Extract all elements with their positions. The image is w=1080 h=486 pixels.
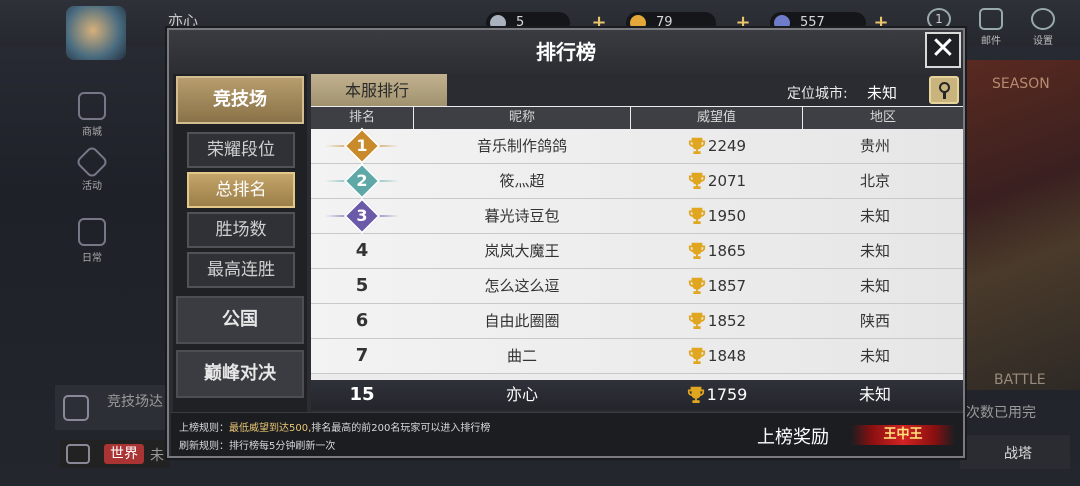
trophy-icon: [687, 386, 704, 403]
nickname-cell: 音乐制作鸽鸽: [476, 137, 567, 155]
rank-cell: 6: [355, 310, 369, 331]
column-rank: 排名: [311, 107, 413, 129]
city-value: 未知: [867, 84, 898, 102]
region-cell: 未知: [859, 347, 890, 365]
close-button[interactable]: ✕: [925, 32, 961, 68]
tab-server-ranking[interactable]: 本服排行: [311, 74, 447, 106]
prestige-cell: 1852: [631, 304, 803, 338]
tab-arena[interactable]: 竞技场: [176, 76, 304, 124]
nickname-cell: 筱灬超: [499, 172, 545, 190]
nickname-cell: 暮光诗豆包: [484, 207, 560, 225]
region-cell: 北京: [859, 172, 890, 190]
table-row[interactable]: 7 曲二 1848 未知: [311, 339, 963, 374]
subtab-wins[interactable]: 胜场数: [187, 212, 295, 248]
reward-badge[interactable]: 王中王: [851, 425, 955, 445]
rank-cell: 1: [311, 127, 413, 165]
world-channel-tag[interactable]: 世界: [104, 444, 144, 464]
nav-events[interactable]: 活动: [66, 145, 118, 192]
rank-medal-icon: 1: [325, 127, 399, 165]
settings-button[interactable]: 设置: [1026, 8, 1060, 47]
quest-tracker[interactable]: 竞技场达: [55, 385, 170, 430]
trophy-icon: [688, 172, 706, 189]
rank-cell: 3: [311, 197, 413, 235]
ranking-panel: 本服排行 定位城市: 未知 排名 昵称 威望值 地区 1 音乐制作鸽鸽 2249 贵州…: [311, 74, 963, 410]
self-name: 亦心: [505, 385, 538, 404]
trophy-icon: [688, 137, 706, 154]
table-row[interactable]: 4 岚岚大魔王 1865 未知: [311, 234, 963, 269]
trophy-icon: [688, 277, 706, 294]
trophy-icon: [688, 347, 706, 364]
shop-icon: [78, 92, 106, 120]
modal-title: 排行榜: [169, 30, 963, 74]
prestige-cell: 1950: [631, 199, 803, 233]
tab-peak-duel[interactable]: 巅峰对决: [176, 350, 304, 398]
nickname-cell: 曲二: [506, 347, 537, 365]
prestige-cell: 1865: [631, 234, 803, 268]
self-rank: 15: [349, 384, 375, 405]
column-nickname: 昵称: [414, 107, 630, 129]
side-menu: 竞技场 荣耀段位 总排名 胜场数 最高连胜 公国 巅峰对决: [173, 74, 307, 414]
chat-icon: [66, 444, 90, 464]
calendar-icon: [78, 218, 106, 246]
shield-icon: [63, 395, 89, 421]
self-region: 未知: [858, 385, 891, 404]
events-icon: [75, 145, 109, 179]
column-prestige: 威望值: [631, 107, 802, 129]
prestige-cell: 2249: [631, 129, 803, 163]
region-cell: 贵州: [859, 137, 890, 155]
mail-button[interactable]: 邮件: [974, 8, 1008, 47]
refresh-rule: 刷新规则：排行榜每5分钟刷新一次: [179, 441, 336, 452]
city-label: 定位城市:: [787, 86, 848, 102]
nav-daily[interactable]: 日常: [66, 218, 118, 264]
rank-cell: 7: [355, 345, 369, 366]
nav-shop[interactable]: 商城: [66, 92, 118, 138]
tower-button[interactable]: 战塔: [960, 435, 1070, 469]
trophy-icon: [688, 242, 706, 259]
table-row[interactable]: 2 筱灬超 2071 北京: [311, 162, 963, 200]
table-row[interactable]: 6 自由此圈圈 1852 陕西: [311, 304, 963, 339]
table-row[interactable]: 3 暮光诗豆包 1950 未知: [311, 197, 963, 235]
table-row[interactable]: 5 怎么这么逗 1857 未知: [311, 269, 963, 304]
gear-icon: [1031, 8, 1055, 30]
rules-footer: 上榜规则：最低威望到达500,排名最高的前200名玩家可以进入排行榜 刷新规则：…: [171, 412, 963, 456]
reward-label: 上榜奖励: [757, 427, 829, 448]
rank-cell: 2: [311, 162, 413, 200]
rank-cell: 4: [355, 240, 369, 261]
prestige-cell: 1848: [631, 339, 803, 373]
self-score: 1759: [631, 380, 803, 410]
column-region: 地区: [803, 107, 963, 129]
mail-icon: [979, 8, 1003, 30]
trophy-icon: [688, 312, 706, 329]
subtab-overall-rank[interactable]: 总排名: [187, 172, 295, 208]
nickname-cell: 自由此圈圈: [484, 312, 560, 330]
table-row[interactable]: 1 音乐制作鸽鸽 2249 贵州: [311, 127, 963, 165]
locate-button[interactable]: [929, 76, 959, 104]
leaderboard-modal: 排行榜 ✕ 竞技场 荣耀段位 总排名 胜场数 最高连胜 公国 巅峰对决 本服排行…: [167, 28, 965, 458]
player-avatar[interactable]: [66, 6, 126, 60]
subtab-glory-rank[interactable]: 荣耀段位: [187, 132, 295, 168]
prestige-cell: 1857: [631, 269, 803, 303]
tab-guild[interactable]: 公国: [176, 296, 304, 344]
subtab-best-streak[interactable]: 最高连胜: [187, 252, 295, 288]
panel-header: 本服排行 定位城市: 未知: [311, 74, 963, 106]
rank-cell: 5: [355, 275, 369, 296]
self-rank-row[interactable]: 15 亦心 1759 未知: [311, 380, 963, 410]
notification-badge: 1: [927, 8, 951, 30]
prestige-cell: 2071: [631, 164, 803, 198]
season-banner[interactable]: SEASON BATTLE: [958, 60, 1080, 390]
trophy-icon: [688, 207, 706, 224]
nickname-cell: 岚岚大魔王: [484, 242, 560, 260]
region-cell: 未知: [859, 207, 890, 225]
rank-medal-icon: 2: [325, 162, 399, 200]
region-cell: 未知: [859, 242, 890, 260]
nickname-cell: 怎么这么逗: [484, 277, 560, 295]
close-icon: ✕: [930, 31, 956, 66]
rank-medal-icon: 3: [325, 197, 399, 235]
listing-rule: 上榜规则：最低威望到达500,排名最高的前200名玩家可以进入排行榜: [179, 423, 491, 434]
region-cell: 陕西: [859, 312, 890, 330]
region-cell: 未知: [859, 277, 890, 295]
